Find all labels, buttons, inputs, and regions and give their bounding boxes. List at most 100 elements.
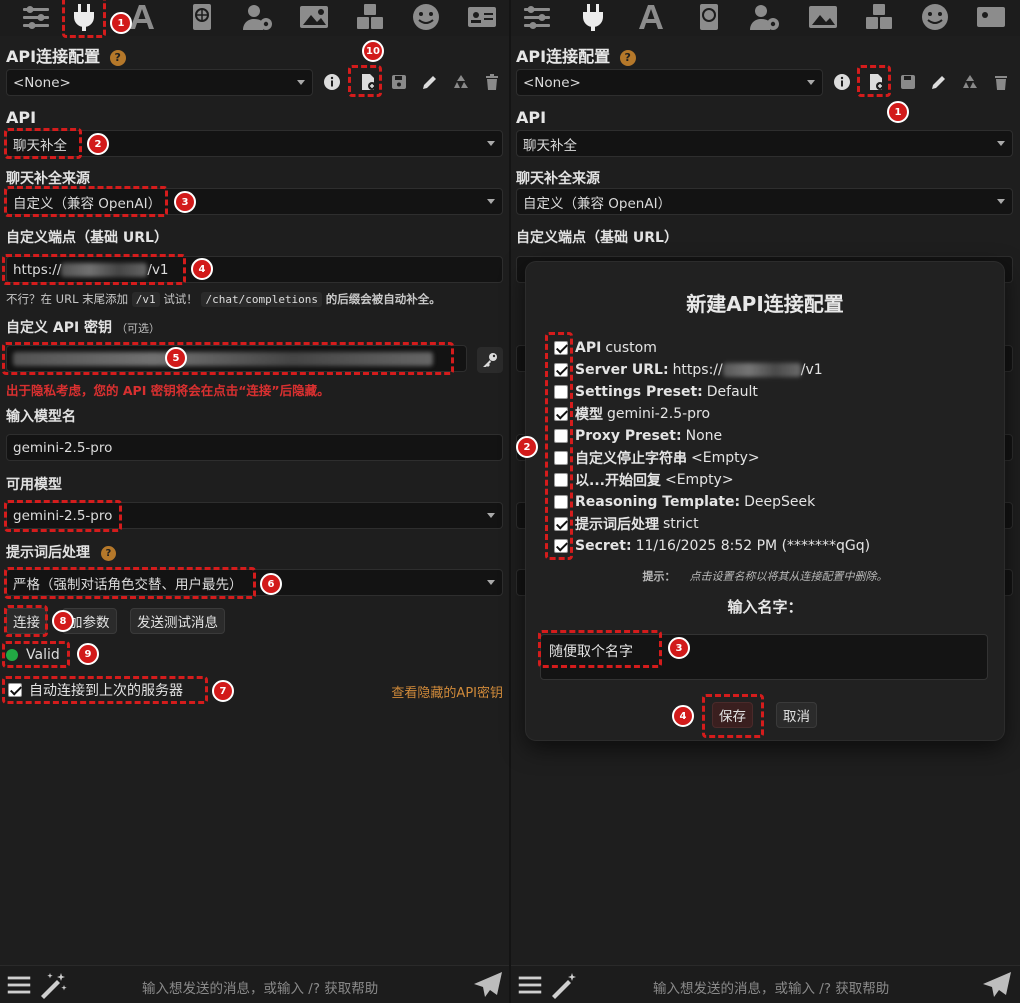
dialog-item-settings-preset[interactable]: Settings Preset: Default — [554, 382, 758, 402]
pencil-icon[interactable] — [928, 71, 950, 93]
source-label: 聊天补全来源 — [6, 171, 90, 187]
item-checkbox[interactable] — [554, 385, 568, 399]
id-card-icon[interactable] — [460, 0, 504, 34]
item-checkbox[interactable] — [554, 517, 568, 531]
status-text: Valid — [26, 647, 60, 663]
recycle-icon[interactable] — [959, 71, 981, 93]
item-value-suffix: /v1 — [800, 362, 823, 378]
dialog-item-stop-strings[interactable]: 自定义停止字符串 <Empty> — [554, 448, 760, 468]
trash-icon[interactable] — [481, 71, 503, 93]
item-checkbox[interactable] — [554, 539, 568, 553]
profile-select[interactable]: <None> — [6, 69, 313, 96]
source-select[interactable]: 自定义（兼容 OpenAI） — [516, 188, 1013, 215]
chat-bar: 输入想发送的消息，或输入 /? 获取帮助 — [0, 965, 509, 1003]
item-checkbox[interactable] — [554, 407, 568, 421]
top-toolbar — [511, 0, 1020, 36]
item-checkbox[interactable] — [554, 473, 568, 487]
pencil-icon[interactable] — [419, 71, 441, 93]
image-icon[interactable] — [801, 0, 845, 34]
source-select[interactable]: 自定义（兼容 OpenAI） — [6, 188, 503, 215]
image-icon[interactable] — [292, 0, 336, 34]
font-icon[interactable] — [629, 0, 673, 34]
key-icon[interactable] — [477, 347, 503, 373]
api-select[interactable]: 聊天补全 — [6, 130, 503, 157]
autoconnect-checkbox[interactable] — [8, 683, 22, 697]
cubes-icon[interactable] — [348, 0, 392, 34]
magic-wand-icon[interactable] — [36, 968, 70, 1002]
postprocess-select[interactable]: 严格（强制对话角色交替、用户最先） — [6, 569, 503, 596]
new-file-icon[interactable] — [865, 71, 887, 93]
dialog-item-postprocess[interactable]: 提示词后处理 strict — [554, 514, 699, 534]
redacted-key — [13, 351, 433, 366]
chat-bar: 输入想发送的消息，或输入 /? 获取帮助 — [511, 965, 1020, 1003]
chevron-down-icon — [297, 80, 305, 85]
chat-input[interactable]: 输入想发送的消息，或输入 /? 获取帮助 — [653, 977, 889, 997]
dialog-item-server-url[interactable]: Server URL: https:// /v1 — [554, 360, 823, 380]
section-title: API连接配置 ? — [516, 43, 636, 67]
item-key: 模型 — [575, 407, 603, 423]
privacy-warning: 出于隐私考虑，您的 API 密钥将会在点击“连接”后隐藏。 — [6, 383, 330, 398]
save-button[interactable]: 保存 — [712, 702, 753, 728]
badge-2: 2 — [516, 436, 538, 458]
plug-icon[interactable] — [571, 0, 615, 34]
save-icon[interactable] — [388, 71, 410, 93]
available-models-label: 可用模型 — [6, 477, 62, 493]
menu-icon[interactable] — [4, 968, 34, 1002]
help-icon[interactable]: ? — [619, 49, 636, 66]
item-checkbox[interactable] — [554, 451, 568, 465]
dialog-item-proxy-preset[interactable]: Proxy Preset: None — [554, 426, 722, 446]
user-gear-icon[interactable] — [236, 0, 280, 34]
help-icon[interactable]: ? — [100, 545, 116, 561]
plug-icon[interactable] — [62, 0, 106, 34]
sliders-icon[interactable] — [515, 0, 559, 34]
dialog-item-reasoning-template[interactable]: Reasoning Template: DeepSeek — [554, 492, 815, 512]
model-input[interactable]: gemini-2.5-pro — [6, 434, 503, 461]
trash-icon[interactable] — [990, 71, 1012, 93]
menu-icon[interactable] — [515, 968, 545, 1002]
section-title-text: API连接配置 — [6, 47, 101, 66]
dialog-item-start-reply[interactable]: 以...开始回复 <Empty> — [554, 470, 734, 490]
badge-9: 9 — [77, 643, 99, 665]
sliders-icon[interactable] — [14, 0, 58, 34]
send-icon[interactable] — [470, 968, 506, 1002]
name-input[interactable]: 随便取个名字 — [540, 634, 988, 680]
dialog-item-model[interactable]: 模型 gemini-2.5-pro — [554, 404, 710, 424]
autoconnect-row[interactable]: 自动连接到上次的服务器 — [8, 681, 183, 699]
cancel-button[interactable]: 取消 — [776, 702, 817, 728]
item-checkbox[interactable] — [554, 363, 568, 377]
model-input-value: gemini-2.5-pro — [13, 439, 113, 456]
badge-7: 7 — [212, 680, 234, 702]
smile-icon[interactable] — [404, 0, 448, 34]
chat-input[interactable]: 输入想发送的消息，或输入 /? 获取帮助 — [142, 977, 378, 997]
send-test-button[interactable]: 发送测试消息 — [130, 608, 225, 634]
item-checkbox[interactable] — [554, 341, 568, 355]
book-globe-icon[interactable] — [180, 0, 224, 34]
endpoint-input[interactable]: https:// /v1 — [6, 256, 503, 283]
dialog-item-api[interactable]: API custom — [554, 338, 657, 358]
info-icon[interactable] — [321, 71, 343, 93]
help-icon[interactable]: ? — [109, 49, 126, 66]
item-checkbox[interactable] — [554, 495, 568, 509]
magic-wand-icon[interactable] — [547, 968, 581, 1002]
save-icon[interactable] — [897, 71, 919, 93]
postprocess-select-value: 严格（强制对话角色交替、用户最先） — [13, 576, 243, 593]
info-icon[interactable] — [831, 71, 853, 93]
dialog-item-secret[interactable]: Secret: 11/16/2025 8:52 PM (*******qGq) — [554, 536, 870, 556]
cubes-icon[interactable] — [857, 0, 901, 34]
send-icon[interactable] — [979, 968, 1015, 1002]
user-gear-icon[interactable] — [743, 0, 787, 34]
recycle-icon[interactable] — [450, 71, 472, 93]
smile-icon[interactable] — [913, 0, 957, 34]
connect-button[interactable]: 连接 — [6, 608, 47, 634]
view-hidden-key-link[interactable]: 查看隐藏的API密钥 — [391, 682, 503, 701]
id-card-icon[interactable] — [969, 0, 1013, 34]
apikey-input[interactable] — [6, 345, 467, 372]
available-models-select[interactable]: gemini-2.5-pro — [6, 502, 503, 529]
api-select[interactable]: 聊天补全 — [516, 130, 1013, 157]
dialog-title: 新建API连接配置 — [686, 292, 844, 316]
redacted-host — [722, 363, 801, 377]
new-file-icon[interactable] — [357, 71, 379, 93]
book-globe-icon[interactable] — [687, 0, 731, 34]
profile-select[interactable]: <None> — [516, 69, 823, 96]
item-checkbox[interactable] — [554, 429, 568, 443]
